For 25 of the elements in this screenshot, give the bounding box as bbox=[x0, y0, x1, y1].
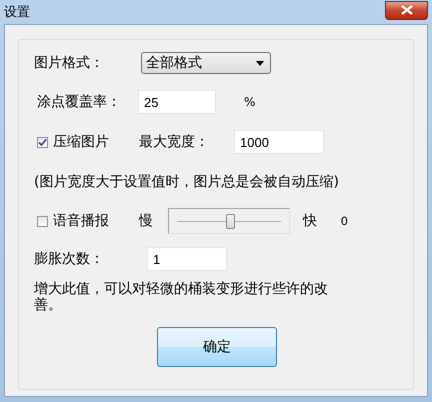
dilation-field[interactable]: 1 bbox=[147, 247, 227, 271]
field-label: 膨胀次数： bbox=[34, 250, 105, 268]
field-label: 图片格式： bbox=[34, 54, 105, 72]
close-button[interactable] bbox=[385, 0, 428, 20]
close-icon bbox=[400, 5, 412, 15]
unit-label: % bbox=[244, 95, 256, 109]
field-label: 涂点覆盖率： bbox=[37, 93, 122, 111]
speed-value: 0 bbox=[341, 214, 348, 228]
note-text: (图片宽度大于设置值时，图片总是会被自动压缩) bbox=[34, 173, 339, 191]
window-title: 设置 bbox=[4, 4, 30, 21]
slider-thumb[interactable] bbox=[226, 214, 235, 229]
ok-button[interactable]: 确定 bbox=[157, 327, 277, 367]
checkbox[interactable] bbox=[37, 136, 48, 148]
checkbox-label: 语音播报 bbox=[53, 212, 110, 230]
fast-label: 快 bbox=[303, 212, 317, 230]
description-text: 增大此值，可以对轻微的桶装变形进行些许的改善。 bbox=[34, 281, 329, 313]
field-label: 最大宽度： bbox=[139, 133, 210, 151]
checkbox-label: 压缩图片 bbox=[53, 133, 110, 151]
max-width-field[interactable]: 1000 bbox=[234, 130, 324, 154]
slow-label: 慢 bbox=[139, 212, 154, 230]
coverage-field[interactable]: 25 bbox=[138, 90, 216, 114]
checkbox[interactable] bbox=[37, 216, 48, 226]
format-dropdown[interactable]: 全部格式 bbox=[141, 52, 271, 74]
caret-icon bbox=[256, 60, 264, 66]
speed-slider[interactable] bbox=[168, 208, 290, 234]
